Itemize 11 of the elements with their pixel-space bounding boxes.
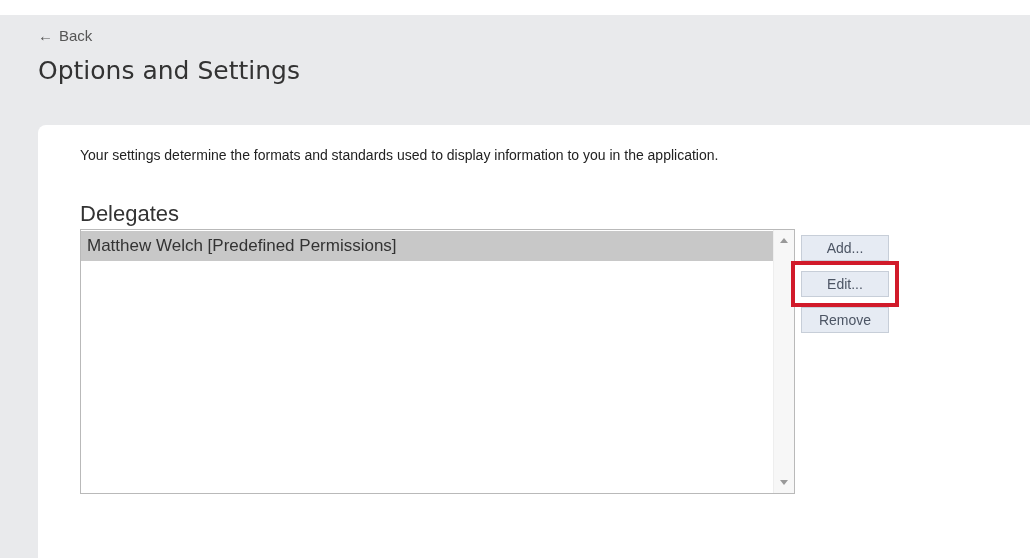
action-button[interactable]: Add...: [801, 235, 889, 261]
action-button[interactable]: Remove: [801, 307, 889, 333]
scrollbar[interactable]: [773, 230, 794, 493]
list-item[interactable]: Matthew Welch [Predefined Permissions]: [81, 231, 773, 261]
back-link[interactable]: ← Back: [38, 27, 93, 44]
scroll-down-icon[interactable]: [780, 480, 788, 485]
page-title: Options and Settings: [38, 56, 301, 85]
description-text: Your settings determine the formats and standards used to display information to you in the application.: [80, 147, 720, 163]
delegates-list[interactable]: Matthew Welch [Predefined Permissions]: [80, 229, 795, 494]
scroll-up-icon[interactable]: [780, 238, 788, 243]
section-heading: Delegates: [80, 201, 181, 227]
